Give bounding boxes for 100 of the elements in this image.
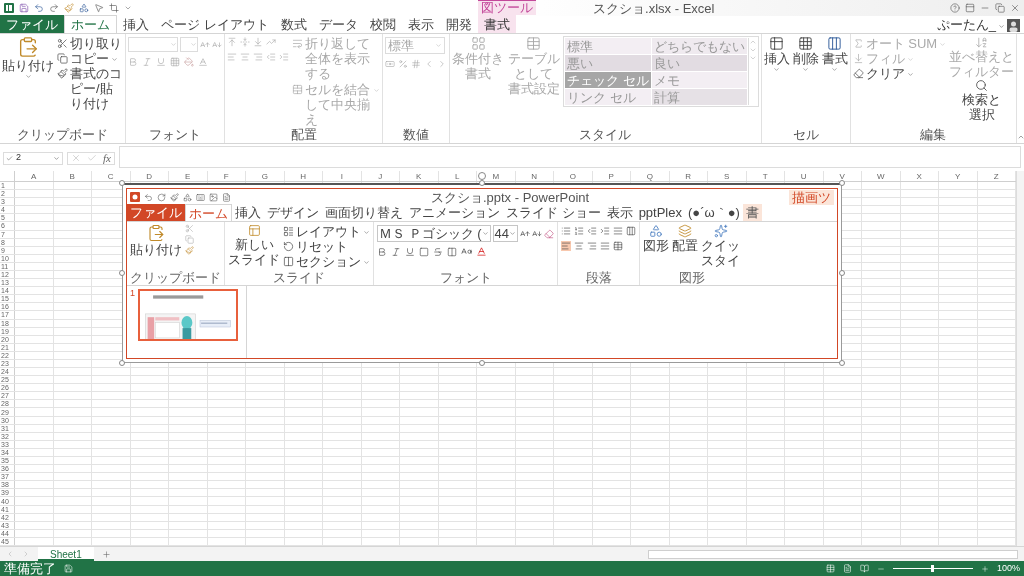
grid-icon: [470, 36, 486, 51]
shapes-button[interactable]: 図形: [643, 224, 670, 270]
ribbon-tab[interactable]: (●´ω｀●): [685, 204, 743, 221]
ribbon-tab[interactable]: 書式: [477, 15, 516, 33]
sheet-tab[interactable]: Sheet1: [38, 547, 94, 561]
paste-button[interactable]: 貼り付け: [130, 224, 182, 270]
resize-handle[interactable]: [479, 180, 485, 186]
column-header[interactable]: R: [669, 171, 708, 181]
paste-button[interactable]: 貼り付け: [2, 36, 54, 80]
resize-handle[interactable]: [839, 360, 845, 366]
ribbon-tab[interactable]: 画面切り替え: [322, 204, 406, 221]
brush-icon: [185, 246, 194, 255]
column-header[interactable]: D: [130, 171, 169, 181]
column-header[interactable]: U: [785, 171, 824, 181]
column-header[interactable]: W: [862, 171, 901, 181]
column-header[interactable]: P: [592, 171, 631, 181]
column-header[interactable]: E: [169, 171, 208, 181]
clear-button[interactable]: クリア: [852, 66, 947, 81]
column-header[interactable]: N: [515, 171, 554, 181]
caret-icon: [111, 56, 118, 63]
column-header[interactable]: S: [708, 171, 747, 181]
caret-icon: [190, 41, 197, 48]
column-header[interactable]: Y: [939, 171, 978, 181]
ribbon-tab[interactable]: ファイル: [0, 15, 64, 33]
resize-handle[interactable]: [119, 180, 125, 186]
column-header[interactable]: H: [284, 171, 323, 181]
format-button[interactable]: 書式: [821, 36, 848, 73]
ribbon-tab[interactable]: 表示: [603, 204, 636, 221]
column-header[interactable]: T: [746, 171, 785, 181]
ribbon-tab[interactable]: 開発: [439, 15, 478, 33]
ribbon-tab[interactable]: アニメーション: [406, 204, 503, 221]
font-name-field[interactable]: ＭＳ Ｐゴシック (: [377, 225, 491, 242]
resize-handle[interactable]: [479, 360, 485, 366]
ribbon-tab[interactable]: 挿入: [232, 204, 264, 221]
column-header[interactable]: F: [207, 171, 246, 181]
column-header[interactable]: L: [438, 171, 477, 181]
column-header[interactable]: Q: [631, 171, 670, 181]
quick-styles-button[interactable]: クイッ スタイ: [701, 224, 741, 270]
name-box[interactable]: 2: [3, 151, 63, 165]
ribbon-tab[interactable]: ホーム: [185, 204, 232, 221]
formula-field[interactable]: [118, 146, 1021, 168]
layout-button[interactable]: レイアウト: [283, 224, 370, 239]
arrange-button[interactable]: 配置: [672, 224, 699, 270]
insert-function-button[interactable]: fx: [103, 152, 111, 164]
ribbon-tab[interactable]: ホーム: [64, 15, 117, 33]
slide-icon: [247, 224, 261, 237]
resize-handle[interactable]: [839, 270, 845, 276]
picture-frame[interactable]: スクショ.pptx - PowerPoint 描画ツ ファイル ホーム 挿入 デザイン 画面切り替え アニメーション スライド ショー 表示 pptPlex (●´ω｀●) 書 貼り付け クリップボード 新しい スライド レイアウト リセット セクション スライド ＭＳ Ｐゴシック ( 44 フォント 段落 図形 配置 クイッ スタイ 図形 1: [122, 183, 842, 363]
resize-handle[interactable]: [119, 270, 125, 276]
numbering-icon: [574, 226, 585, 236]
ribbon-tab[interactable]: 数式: [274, 15, 313, 33]
resize-handle[interactable]: [839, 180, 845, 186]
rotate-handle[interactable]: [478, 172, 486, 180]
ribbon-tab[interactable]: ファイル: [127, 204, 185, 221]
ribbon-tab[interactable]: 書: [742, 204, 762, 221]
caret-icon: [831, 66, 839, 73]
user-name[interactable]: ぷーたん_: [936, 17, 996, 32]
column-header[interactable]: A: [15, 171, 54, 181]
vertical-scrollbar[interactable]: [1016, 171, 1024, 546]
ribbon-tab[interactable]: デザイン: [264, 204, 322, 221]
scissors-icon: [185, 224, 194, 233]
ribbon-tab[interactable]: 挿入: [117, 15, 155, 33]
copy-button[interactable]: コピー: [57, 51, 123, 66]
zoom-level[interactable]: 100%: [996, 561, 1020, 576]
resize-handle[interactable]: [119, 360, 125, 366]
horizontal-scrollbar[interactable]: [648, 549, 1018, 559]
zoom-thumb[interactable]: [931, 565, 935, 572]
cut-button[interactable]: 切り取り: [57, 36, 123, 51]
group-label: 配置: [289, 127, 318, 143]
redo-icon: [49, 3, 59, 13]
shapes-icon: [649, 224, 664, 238]
align-center-icon: [574, 241, 585, 251]
align-center-icon: [240, 52, 250, 62]
collapse-ribbon-icon: [1017, 133, 1024, 141]
new-slide-button[interactable]: 新しい スライド: [228, 224, 280, 270]
insert-button[interactable]: 挿入: [763, 36, 790, 73]
column-header[interactable]: O: [554, 171, 593, 181]
format-painter-button[interactable]: 書式のコピー/貼り付け: [57, 66, 123, 111]
ribbon-tab[interactable]: pptPlex: [635, 204, 685, 221]
table-icon: [769, 36, 785, 51]
column-header[interactable]: G: [246, 171, 285, 181]
section-button[interactable]: セクション: [283, 254, 370, 269]
ribbon-tab[interactable]: ページ レイアウト: [155, 15, 275, 33]
column-header[interactable]: I: [323, 171, 362, 181]
column-header[interactable]: X: [900, 171, 939, 181]
ribbon-tab[interactable]: スライド ショー: [503, 204, 604, 221]
undo-icon: [144, 192, 153, 202]
avatar-icon[interactable]: [1007, 19, 1020, 32]
find-select-button[interactable]: 検索と 選択: [949, 79, 1015, 122]
font-size-field[interactable]: 44: [492, 225, 519, 242]
justify-icon: [600, 241, 611, 251]
delete-button[interactable]: 削除: [792, 36, 819, 73]
ribbon-tab[interactable]: 表示: [401, 15, 440, 33]
ribbon-tab[interactable]: 校閲: [363, 15, 402, 33]
column-header[interactable]: K: [400, 171, 439, 181]
column-header[interactable]: J: [361, 171, 400, 181]
column-header[interactable]: B: [53, 171, 92, 181]
table-icon: [613, 241, 624, 251]
reset-button[interactable]: リセット: [283, 239, 370, 254]
ribbon-tab[interactable]: データ: [312, 15, 364, 33]
